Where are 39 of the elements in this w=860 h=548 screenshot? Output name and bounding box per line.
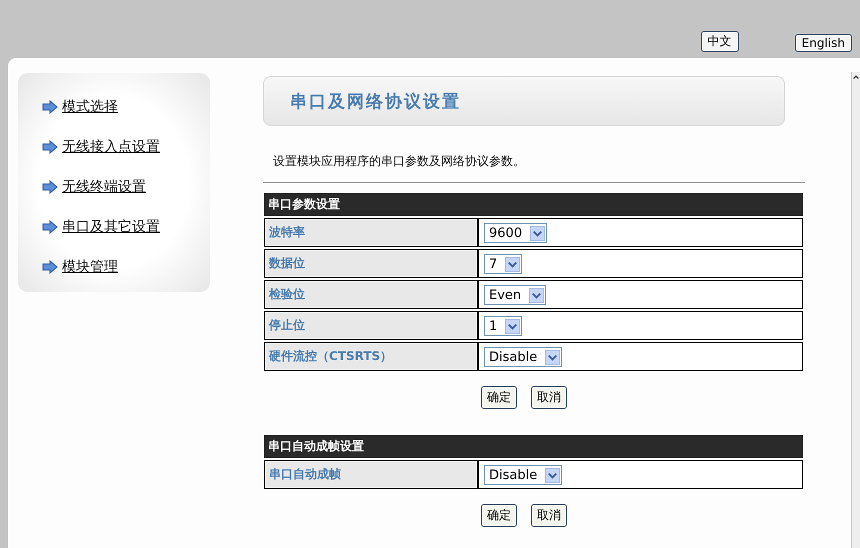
field-label: 停止位 <box>264 311 478 340</box>
dropdown[interactable]: Disable <box>484 465 562 486</box>
field-label: 串口自动成帧 <box>264 460 478 489</box>
scrollbar[interactable] <box>851 72 860 548</box>
page-title: 串口及网络协议设置 <box>290 90 461 112</box>
language-button[interactable]: 中文 <box>700 31 739 52</box>
form-button[interactable]: 取消 <box>531 386 567 409</box>
chevron-down-icon <box>505 318 520 334</box>
language-button[interactable]: English <box>794 34 852 52</box>
chevron-down-icon <box>530 226 546 241</box>
arrow-icon <box>42 220 58 234</box>
arrow-icon <box>42 100 58 114</box>
arrow-icon <box>42 140 58 154</box>
field-label: 检验位 <box>264 280 478 309</box>
form-button[interactable]: 取消 <box>531 504 567 527</box>
field-label: 硬件流控（CTSRTS） <box>264 342 478 371</box>
sidebar-link[interactable]: 模式选择 <box>62 98 118 116</box>
sidebar-link[interactable]: 无线终端设置 <box>62 178 146 196</box>
dropdown[interactable]: 9600 <box>484 223 548 244</box>
chevron-down-icon <box>529 288 544 303</box>
chevron-down-icon <box>545 468 560 483</box>
form-button[interactable]: 确定 <box>481 386 517 409</box>
arrow-icon <box>42 260 58 274</box>
field-label: 数据位 <box>264 249 478 278</box>
section-header: 串口参数设置 <box>264 193 803 216</box>
sidebar-link[interactable]: 串口及其它设置 <box>62 218 160 236</box>
dropdown[interactable]: 7 <box>484 254 522 274</box>
chevron-down-icon <box>545 350 560 365</box>
sidebar-link[interactable]: 模块管理 <box>62 258 118 276</box>
dropdown[interactable]: Disable <box>484 347 562 368</box>
field-label: 波特率 <box>264 218 478 247</box>
form-button[interactable]: 确定 <box>481 504 517 527</box>
section-header: 串口自动成帧设置 <box>264 435 803 458</box>
sidebar-link[interactable]: 无线接入点设置 <box>62 138 160 156</box>
description-text: 设置模块应用程序的串口参数及网络协议参数。 <box>273 153 526 170</box>
dropdown[interactable]: Even <box>484 285 546 306</box>
dropdown[interactable]: 1 <box>484 316 522 336</box>
arrow-icon <box>42 180 58 194</box>
chevron-down-icon <box>505 256 520 272</box>
